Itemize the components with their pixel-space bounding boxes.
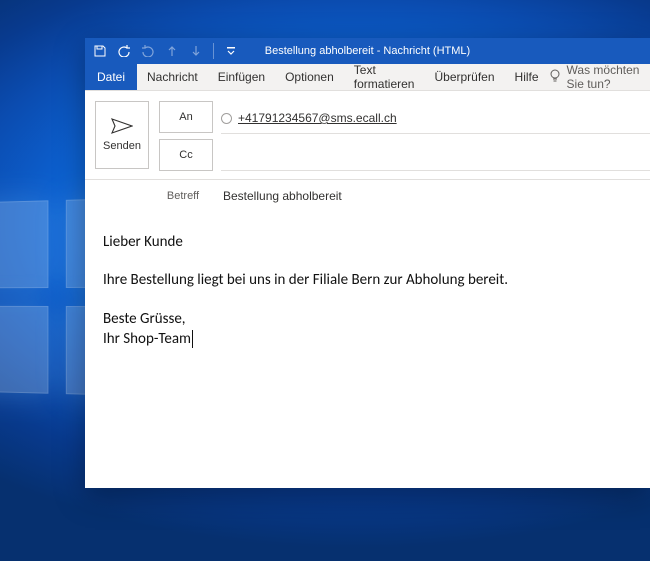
arrow-up-icon[interactable] <box>163 42 181 60</box>
send-button[interactable]: Senden <box>95 101 149 169</box>
tell-me-label: Was möchten Sie tun? <box>567 63 642 91</box>
cc-field[interactable] <box>221 140 650 171</box>
cc-button[interactable]: Cc <box>159 139 213 171</box>
tab-message[interactable]: Nachricht <box>137 64 208 90</box>
recipient-type-icon <box>221 113 232 124</box>
save-icon[interactable] <box>91 42 109 60</box>
send-label: Senden <box>103 140 141 152</box>
subject-field[interactable]: Bestellung abholbereit <box>223 189 342 203</box>
lightbulb-icon <box>549 69 561 86</box>
body-greeting: Lieber Kunde <box>103 232 632 252</box>
body-line-1: Ihre Bestellung liegt bei uns in der Fil… <box>103 270 632 290</box>
tab-review[interactable]: Überprüfen <box>424 64 504 90</box>
outlook-compose-window: Bestellung abholbereit - Nachricht (HTML… <box>85 38 650 488</box>
body-signoff-1: Beste Grüsse, <box>103 309 632 329</box>
customize-toolbar-icon[interactable] <box>222 42 240 60</box>
subject-row: Betreff Bestellung abholbereit <box>85 180 650 208</box>
tab-file[interactable]: Datei <box>85 64 137 90</box>
message-body[interactable]: Lieber Kunde Ihre Bestellung liegt bei u… <box>85 208 650 488</box>
undo-icon[interactable] <box>115 42 133 60</box>
tab-format[interactable]: Text formatieren <box>344 64 425 90</box>
tab-help[interactable]: Hilfe <box>505 64 549 90</box>
to-button[interactable]: An <box>159 101 213 133</box>
windows-desktop: Bestellung abholbereit - Nachricht (HTML… <box>0 0 650 561</box>
body-signoff-2: Ihr Shop-Team <box>103 329 632 349</box>
to-field[interactable]: +41791234567@sms.ecall.ch <box>221 103 650 134</box>
send-icon <box>111 118 133 134</box>
title-bar: Bestellung abholbereit - Nachricht (HTML… <box>85 38 650 64</box>
ribbon-tabs: Datei Nachricht Einfügen Optionen Text f… <box>85 64 650 91</box>
subject-label: Betreff <box>157 190 209 202</box>
toolbar-separator <box>213 43 214 59</box>
message-header: Senden An Cc +41791234567@sms.ecall.ch <box>85 91 650 180</box>
quick-access-toolbar <box>85 38 246 64</box>
to-recipient[interactable]: +41791234567@sms.ecall.ch <box>238 111 397 125</box>
tab-options[interactable]: Optionen <box>275 64 344 90</box>
tell-me-search[interactable]: Was möchten Sie tun? <box>549 64 650 90</box>
arrow-down-icon[interactable] <box>187 42 205 60</box>
redo-icon[interactable] <box>139 42 157 60</box>
tab-insert[interactable]: Einfügen <box>208 64 275 90</box>
